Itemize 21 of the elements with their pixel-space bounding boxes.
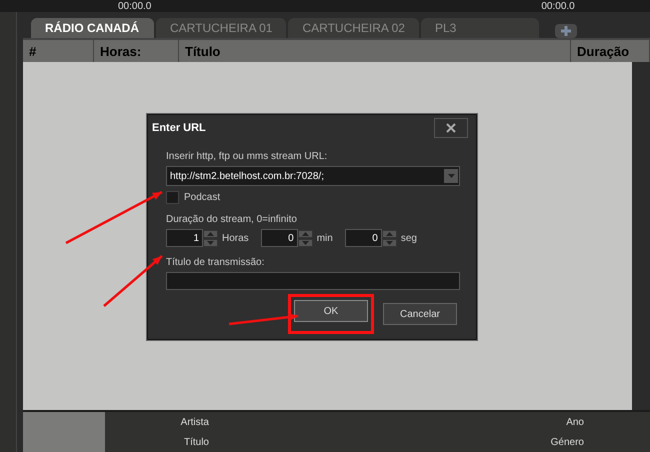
timer-text: 00:00.0 (118, 0, 152, 12)
number-field[interactable]: 0 (260, 229, 298, 247)
unit-label: min (316, 232, 333, 244)
field-label: Duração do stream, 0=infinito (166, 214, 298, 225)
number-field[interactable]: 1 (166, 229, 203, 247)
info-label: Género (550, 436, 584, 448)
dialog-button[interactable]: OK (294, 300, 368, 322)
field-label: Título de transmissão: (166, 257, 266, 268)
field-label: Inserir http, ftp ou mms stream URL: (166, 151, 328, 162)
unit-label: seg (400, 232, 417, 244)
playlist-tab[interactable]: RÁDIO CANADÁ (31, 18, 154, 38)
info-label: Título (184, 436, 209, 448)
info-label: Artista (180, 416, 209, 428)
timer-text: 00:00.0 (541, 0, 575, 12)
number-field[interactable]: 0 (344, 229, 382, 247)
info-label: Ano (566, 416, 584, 428)
dialog-title: Enter URL (152, 122, 206, 134)
unit-label: Horas (222, 232, 249, 244)
dialog-button[interactable]: Cancelar (383, 303, 457, 325)
url-combo-field[interactable]: http://stm2.betelhost.com.br:7028/; (166, 166, 460, 186)
checkbox-label: Podcast (184, 192, 220, 203)
